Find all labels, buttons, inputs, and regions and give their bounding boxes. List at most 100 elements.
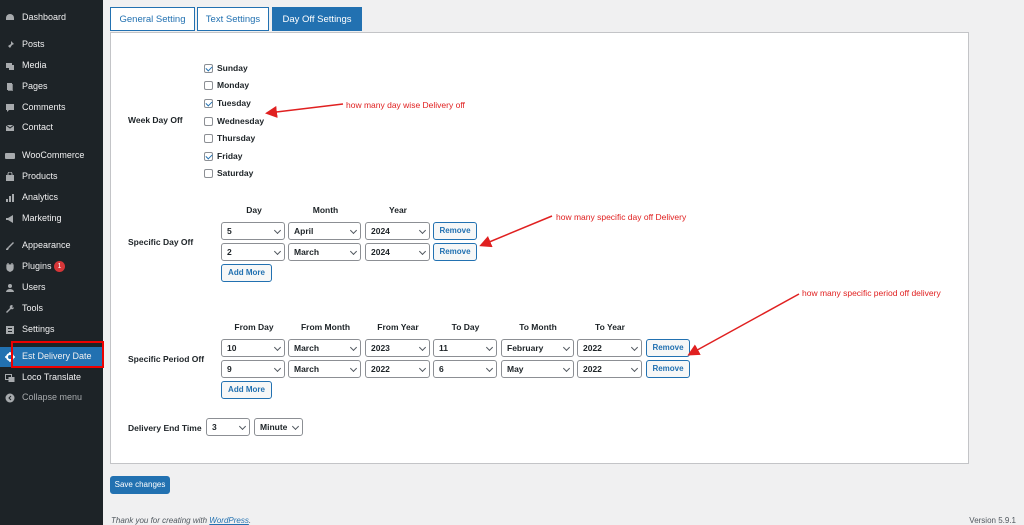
plugin-update-badge: 1 xyxy=(54,261,65,272)
checkbox-tuesday[interactable]: Tuesday xyxy=(204,97,251,109)
delivery-end-time-label: Delivery End Time xyxy=(128,423,202,433)
chevron-down-icon xyxy=(238,422,247,431)
checkbox-label: Thursday xyxy=(217,133,256,143)
analytics-icon xyxy=(6,194,14,202)
to-day-select[interactable]: 6 xyxy=(433,360,497,378)
tab-text-settings[interactable]: Text Settings xyxy=(197,7,269,31)
to-day-select[interactable]: 11 xyxy=(433,339,497,357)
select-value: 5 xyxy=(227,226,232,236)
select-value: 2024 xyxy=(371,226,390,236)
checkbox[interactable] xyxy=(204,133,213,143)
chevron-down-icon xyxy=(349,226,358,235)
sidebar-item-appearance[interactable]: Appearance xyxy=(0,236,103,256)
sidebar-item-label: Contact xyxy=(22,122,54,132)
to-month-select[interactable]: February xyxy=(501,339,574,357)
year-select[interactable]: 2024 xyxy=(365,222,430,240)
remove-button[interactable]: Remove xyxy=(646,360,690,378)
sidebar-item-label: Appearance xyxy=(22,240,71,250)
tab-day-off-settings[interactable]: Day Off Settings xyxy=(272,7,362,31)
checkbox-saturday[interactable]: Saturday xyxy=(204,167,253,179)
chevron-down-icon xyxy=(630,364,639,373)
from-day-select[interactable]: 9 xyxy=(221,360,285,378)
plugin-icon xyxy=(6,263,14,272)
from-month-select[interactable]: March xyxy=(288,339,361,357)
checkbox[interactable] xyxy=(204,151,213,161)
sidebar-item-label: Posts xyxy=(22,39,45,49)
checkbox[interactable] xyxy=(204,98,213,108)
year-select[interactable]: 2024 xyxy=(365,243,430,261)
day-select[interactable]: 2 xyxy=(221,243,285,261)
mail-icon xyxy=(5,124,15,131)
sidebar-item-label: Users xyxy=(22,282,46,292)
from-year-select[interactable]: 2023 xyxy=(365,339,430,357)
sidebar-item-comments[interactable]: Comments xyxy=(0,98,103,118)
to-year-select[interactable]: 2022 xyxy=(577,339,642,357)
annotation-specific-period-off: how many specific period off delivery xyxy=(802,288,941,298)
specific-period-off-label: Specific Period Off xyxy=(128,354,205,364)
delivery-end-time-unit-select[interactable]: Minute xyxy=(254,418,303,436)
tab-general-setting[interactable]: General Setting xyxy=(110,7,195,31)
remove-button[interactable]: Remove xyxy=(646,339,690,357)
day-select[interactable]: 5 xyxy=(221,222,285,240)
column-header-to-day: To Day xyxy=(451,322,480,332)
pin-icon xyxy=(6,41,14,50)
sidebar-item-label: Est Delivery Date xyxy=(22,351,92,361)
sidebar-item-marketing[interactable]: Marketing xyxy=(0,209,103,229)
select-value: April xyxy=(294,226,314,236)
delivery-end-time-value-select[interactable]: 3 xyxy=(206,418,250,436)
sidebar-item-tools[interactable]: Tools xyxy=(0,299,103,319)
sidebar-item-dashboard[interactable]: Dashboard xyxy=(0,8,103,28)
checkbox[interactable] xyxy=(204,80,213,90)
checkbox[interactable] xyxy=(204,116,213,126)
sidebar-item-plugins[interactable]: Plugins 1 xyxy=(0,257,103,277)
from-year-select[interactable]: 2022 xyxy=(365,360,430,378)
sidebar-item-products[interactable]: Products xyxy=(0,167,103,187)
remove-button[interactable]: Remove xyxy=(433,222,477,240)
collapse-menu-button[interactable]: Collapse menu xyxy=(0,388,103,408)
sidebar-item-pages[interactable]: Pages xyxy=(0,77,103,97)
from-day-select[interactable]: 10 xyxy=(221,339,285,357)
column-header-month: Month xyxy=(312,205,339,215)
checkbox-thursday[interactable]: Thursday xyxy=(204,132,255,144)
sidebar-item-contact[interactable]: Contact xyxy=(0,118,103,138)
pages-icon xyxy=(7,83,13,91)
remove-button[interactable]: Remove xyxy=(433,243,477,261)
add-more-button[interactable]: Add More xyxy=(221,381,272,399)
sidebar-item-est-delivery-date[interactable]: Est Delivery Date xyxy=(0,347,103,367)
sidebar-item-label: Settings xyxy=(22,324,55,334)
save-changes-button[interactable]: Save changes xyxy=(110,476,170,494)
sidebar-item-analytics[interactable]: Analytics xyxy=(0,188,103,208)
column-header-from-month: From Month xyxy=(300,322,351,332)
sidebar-item-users[interactable]: Users xyxy=(0,278,103,298)
checkbox-sunday[interactable]: Sunday xyxy=(204,62,248,74)
admin-sidebar: Dashboard Posts Media Pages Comments Con… xyxy=(0,0,103,525)
sidebar-item-posts[interactable]: Posts xyxy=(0,35,103,55)
checkbox-wednesday[interactable]: Wednesday xyxy=(204,115,264,127)
wrench-icon xyxy=(6,304,15,313)
checkbox-monday[interactable]: Monday xyxy=(204,79,249,91)
select-value: 2022 xyxy=(371,364,390,374)
sidebar-item-settings[interactable]: Settings xyxy=(0,320,103,340)
month-select[interactable]: April xyxy=(288,222,361,240)
to-month-select[interactable]: May xyxy=(501,360,574,378)
sidebar-item-media[interactable]: Media xyxy=(0,56,103,76)
footer-prefix: Thank you for creating with xyxy=(111,516,210,525)
select-value: 2023 xyxy=(371,343,390,353)
annotation-week-day-off: how many day wise Delivery off xyxy=(346,100,465,110)
brush-icon xyxy=(6,242,14,250)
sidebar-item-loco-translate[interactable]: Loco Translate xyxy=(0,368,103,388)
from-month-select[interactable]: March xyxy=(288,360,361,378)
sidebar-item-woocommerce[interactable]: WooCommerce xyxy=(0,146,103,166)
wordpress-link[interactable]: WordPress xyxy=(209,516,249,525)
checkbox[interactable] xyxy=(204,63,213,73)
sidebar-item-label: Loco Translate xyxy=(22,372,82,382)
collapse-icon xyxy=(5,393,15,403)
month-select[interactable]: March xyxy=(288,243,361,261)
chevron-down-icon xyxy=(273,343,282,352)
to-year-select[interactable]: 2022 xyxy=(577,360,642,378)
select-value: March xyxy=(294,343,320,353)
checkbox[interactable] xyxy=(204,168,213,178)
add-more-button[interactable]: Add More xyxy=(221,264,272,282)
checkbox-friday[interactable]: Friday xyxy=(204,150,243,162)
chevron-down-icon xyxy=(349,247,358,256)
